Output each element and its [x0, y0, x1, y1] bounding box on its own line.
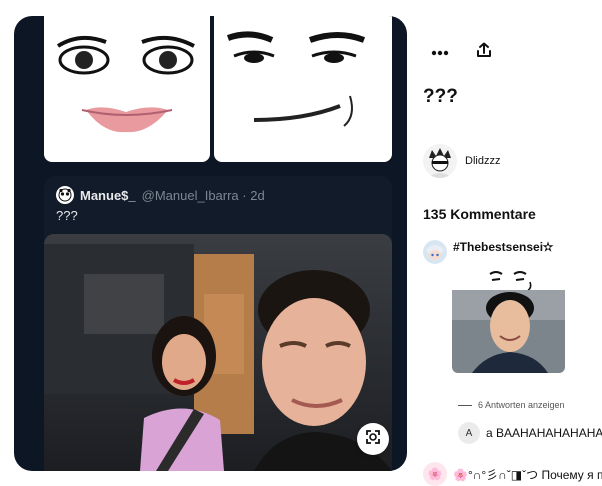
tweet-screenshot: Manue$_ @Manuel_Ibarra · 2d ??? — [44, 176, 392, 471]
share-icon — [476, 42, 492, 63]
tweet-text: ??? — [56, 208, 78, 223]
comment-attached-image[interactable] — [452, 260, 565, 373]
show-replies-button[interactable]: 6 Antworten anzeigen — [458, 400, 565, 410]
tweet-header: Manue$_ @Manuel_Ibarra · 2d — [56, 186, 265, 204]
meme-faces — [44, 16, 392, 162]
commenter-avatar[interactable] — [423, 240, 447, 264]
show-replies-label: 6 Antworten anzeigen — [478, 400, 565, 410]
selfie-photo — [44, 234, 392, 471]
comments-heading: 135 Kommentare — [423, 206, 536, 222]
comment: 🌸 🌸°∩°彡∩ˇ◨ˇつ Почему я пс — [423, 462, 602, 486]
visual-search-button[interactable] — [357, 423, 389, 455]
reply-text: a BAAHAHAHAHAHA — [486, 426, 602, 440]
pin-image[interactable]: Manue$_ @Manuel_Ibarra · 2d ??? — [14, 16, 407, 471]
pin-toolbar — [428, 40, 496, 64]
reply-avatar[interactable]: A — [458, 422, 480, 444]
tweet-author-name: Manue$_ — [80, 187, 136, 203]
panda-avatar-icon — [56, 186, 74, 204]
creator-avatar[interactable] — [423, 144, 457, 178]
creator-name[interactable]: Dlidzzz — [465, 155, 500, 167]
reply: A a BAAHAHAHAHAHA — [458, 422, 602, 444]
share-button[interactable] — [472, 40, 496, 64]
pin-title: ??? — [423, 86, 458, 107]
flower-avatar-icon[interactable]: 🌸 — [423, 462, 447, 486]
visual-search-icon — [364, 428, 382, 451]
man-face-panel — [214, 16, 392, 162]
comment: #Thebestsensei✫ — [423, 240, 593, 380]
woman-face-panel — [44, 16, 210, 162]
tweet-author-handle: @Manuel_Ibarra · 2d — [141, 187, 265, 203]
creator-profile[interactable]: Dlidzzz — [423, 144, 500, 178]
more-dots-icon — [431, 43, 449, 61]
comment-text: 🌸°∩°彡∩ˇ◨ˇつ Почему я пс — [453, 467, 602, 482]
divider-line — [458, 404, 472, 406]
more-options-button[interactable] — [428, 40, 452, 64]
